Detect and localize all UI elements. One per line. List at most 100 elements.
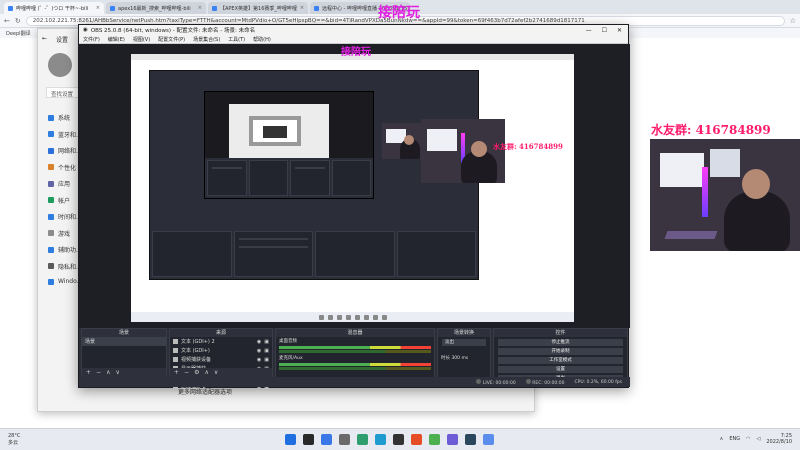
- settings-nav-item[interactable]: 网络和...: [48, 146, 82, 155]
- transition-select[interactable]: 淡出: [442, 339, 486, 346]
- settings-nav-icon: [48, 147, 54, 154]
- settings-nav-item[interactable]: 辅助功...: [48, 245, 82, 254]
- close-icon[interactable]: ✕: [617, 27, 622, 34]
- settings-nav-item[interactable]: 个性化: [48, 163, 76, 172]
- preview-taskbar: [131, 312, 574, 322]
- browser-tab[interactable]: 【APEX英雄】第16赛季_哔哩哔哩 ×: [208, 2, 308, 14]
- maximize-icon[interactable]: ☐: [602, 27, 607, 34]
- minimize-icon[interactable]: —: [586, 27, 592, 34]
- settings-nav-item[interactable]: 隐私和...: [48, 262, 82, 271]
- eye-icon[interactable]: ◉: [257, 339, 261, 345]
- back-arrow-icon[interactable]: ←: [4, 17, 10, 25]
- star-icon[interactable]: ☆: [790, 17, 796, 25]
- obs-menu-item[interactable]: 文件(F): [83, 36, 100, 43]
- settings-nav-item[interactable]: 应用: [48, 179, 70, 188]
- remove-icon[interactable]: −: [184, 369, 189, 376]
- system-tray: ∧ ENG ◠ ◁ 7:25 2022/8/10: [720, 433, 792, 445]
- taskbar-app-icon[interactable]: [303, 434, 314, 445]
- controls-dock: 控件 停止推流开始录制工作室模式设置退出: [493, 328, 628, 382]
- source-item[interactable]: 文本 (GDI+) 2 ◉ ▣: [170, 337, 272, 346]
- eye-icon[interactable]: ◉: [257, 348, 261, 354]
- source-label: 视频捕获设备: [181, 357, 212, 363]
- tab-favicon-icon: [110, 5, 115, 11]
- control-button[interactable]: 停止推流: [498, 339, 623, 346]
- reload-icon[interactable]: ↻: [15, 17, 21, 25]
- duration-input[interactable]: 300 ms: [451, 356, 468, 361]
- taskbar-app-icon[interactable]: [285, 434, 296, 445]
- source-item[interactable]: 视频捕获设备 ◉ ▣: [170, 355, 272, 364]
- lock-icon[interactable]: ▣: [264, 339, 269, 345]
- close-icon[interactable]: ×: [96, 5, 100, 11]
- cpu-fps: CPU: 0.2%, 60.00 fps: [574, 379, 623, 385]
- group-number-text: 水友群: 416784899: [651, 123, 771, 137]
- add-icon[interactable]: +: [86, 369, 91, 376]
- taskbar-app-icon[interactable]: [339, 434, 350, 445]
- obs-menu-item[interactable]: 工具(T): [228, 36, 245, 43]
- language-indicator[interactable]: ENG: [729, 436, 740, 442]
- volume-icon[interactable]: ◁: [757, 436, 761, 442]
- taskbar-app-icon[interactable]: [465, 434, 476, 445]
- source-item[interactable]: 文本 (GDI+) ◉ ▣: [170, 346, 272, 355]
- settings-nav-item[interactable]: 蓝牙和...: [48, 130, 82, 139]
- settings-nav-label: 帐户: [58, 197, 71, 205]
- live-indicator-icon: [476, 378, 482, 384]
- obs-menu-item[interactable]: 帮助(H): [253, 36, 271, 43]
- down-icon[interactable]: ∨: [214, 369, 218, 376]
- settings-nav-item[interactable]: 系统: [48, 113, 70, 122]
- taskbar-app-icon[interactable]: [429, 434, 440, 445]
- obs-status-bar: LIVE: 00:00:00 REC: 00:00:00 CPU: 0.2%, …: [79, 377, 630, 387]
- obs-menu-item[interactable]: 视图(V): [133, 36, 150, 43]
- browser-tab[interactable]: 哔哩哔哩 (゜-゜)つロ 干杯~-bili ×: [4, 2, 104, 14]
- up-icon[interactable]: ∧: [106, 369, 110, 376]
- taskbar-app-icon[interactable]: [357, 434, 368, 445]
- scene-item[interactable]: 场景: [82, 337, 166, 346]
- gear-icon[interactable]: ⚙: [194, 369, 199, 376]
- obs-docks: 场景 场景 + − ∧ ∨ 来源 文本 (GDI+) 2 ◉ ▣ 文本 (GDI+) ◉ ▣ 视频…: [79, 328, 630, 390]
- settings-nav-item[interactable]: 时间和...: [48, 212, 82, 221]
- bookmark-item[interactable]: Deepl翻译: [6, 31, 31, 37]
- close-icon[interactable]: ×: [300, 5, 304, 11]
- taskbar-app-icon[interactable]: [411, 434, 422, 445]
- nested-obs-capture-2: [204, 91, 374, 199]
- settings-nav-item[interactable]: 帐户: [48, 196, 70, 205]
- settings-nav-label: 系统: [58, 115, 71, 122]
- down-icon[interactable]: ∨: [115, 369, 119, 376]
- settings-nav-icon: [48, 278, 54, 285]
- add-icon[interactable]: +: [174, 369, 179, 376]
- taskbar-app-icon[interactable]: [447, 434, 458, 445]
- control-button[interactable]: 开始录制: [498, 348, 623, 355]
- rec-time: REC: 00:00:00: [532, 380, 565, 386]
- rec-indicator-icon: [525, 378, 531, 384]
- chevron-up-icon[interactable]: ∧: [720, 436, 724, 442]
- clock[interactable]: 7:25 2022/8/10: [766, 433, 792, 445]
- obs-menu-item[interactable]: 场景集合(S): [193, 36, 220, 43]
- lock-icon[interactable]: ▣: [264, 357, 269, 363]
- settings-title: 设置: [56, 37, 69, 44]
- remove-icon[interactable]: −: [96, 369, 101, 376]
- taskbar-app-icon[interactable]: [375, 434, 386, 445]
- back-arrow-icon[interactable]: ←: [42, 35, 47, 42]
- volume-slider[interactable]: [279, 350, 431, 353]
- weather-widget[interactable]: 28°C 多云: [8, 433, 20, 446]
- browser-tab[interactable]: apex16最新_搜索_哔哩哔哩-bili ×: [106, 2, 206, 14]
- source-type-icon: [173, 357, 178, 362]
- volume-slider[interactable]: [279, 367, 431, 370]
- settings-nav-item[interactable]: 游戏: [48, 229, 70, 238]
- taskbar-app-icon[interactable]: [483, 434, 494, 445]
- obs-menu-item[interactable]: 编辑(E): [108, 36, 125, 43]
- lock-icon[interactable]: ▣: [264, 348, 269, 354]
- settings-nav-icon: [48, 164, 54, 170]
- taskbar-app-icon[interactable]: [321, 434, 332, 445]
- close-icon[interactable]: ×: [198, 5, 202, 11]
- wifi-icon[interactable]: ◠: [746, 436, 750, 442]
- source-label: 文本 (GDI+) 2: [181, 339, 215, 345]
- settings-nav-icon: [48, 263, 54, 269]
- up-icon[interactable]: ∧: [204, 369, 208, 376]
- control-button[interactable]: 工作室模式: [498, 357, 623, 364]
- eye-icon[interactable]: ◉: [257, 357, 261, 363]
- audio-meter: [279, 346, 431, 349]
- control-button[interactable]: 设置: [498, 366, 623, 373]
- taskbar-app-icon[interactable]: [393, 434, 404, 445]
- nested-webcam: [382, 123, 426, 159]
- obs-menu-item[interactable]: 配置文件(P): [158, 36, 185, 43]
